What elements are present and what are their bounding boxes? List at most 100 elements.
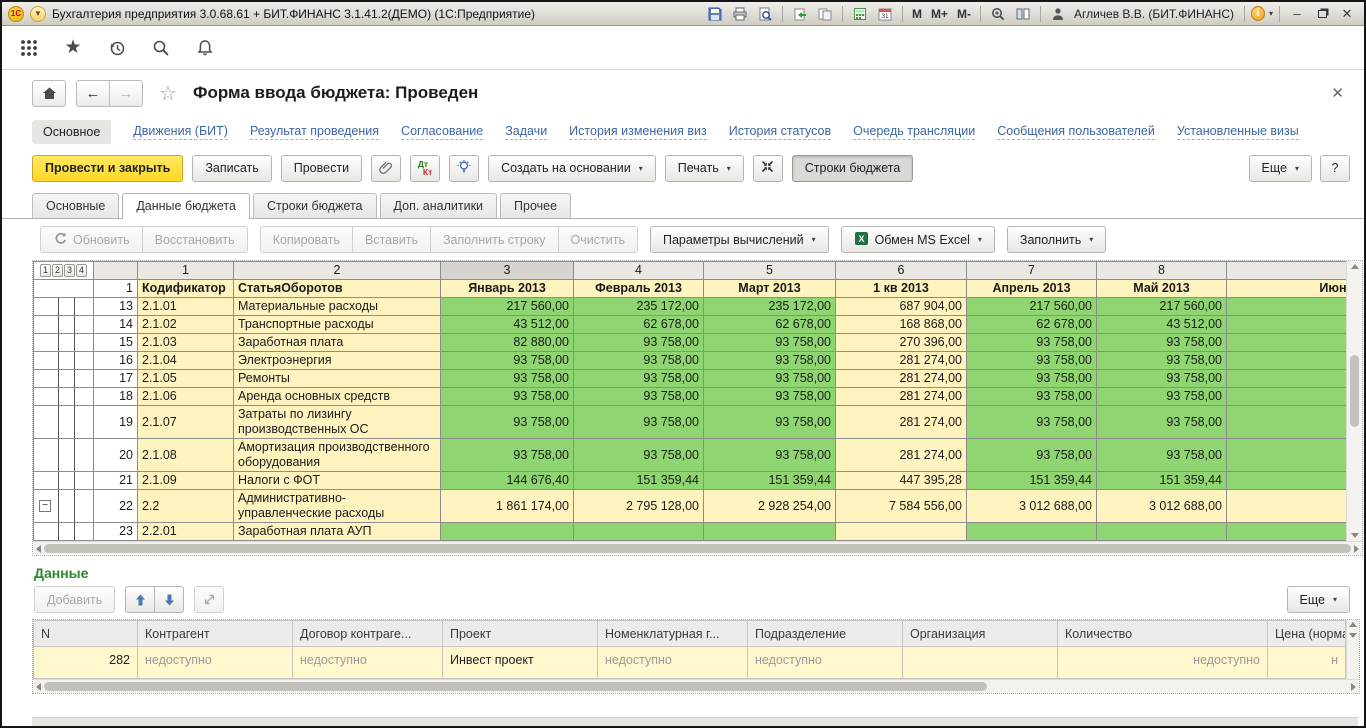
toolbar-button-параметры-вычислений[interactable]: Параметры вычислений▾ <box>650 226 829 253</box>
print-menu-button[interactable]: Печать▾ <box>665 155 744 182</box>
more-button[interactable]: Еще▾ <box>1249 155 1312 182</box>
column-number-9[interactable]: 9 <box>1227 262 1347 280</box>
cell-codifier[interactable]: 2.1.05 <box>138 370 234 388</box>
back-button[interactable]: ← <box>76 80 110 107</box>
save-icon[interactable] <box>704 4 726 24</box>
cell-value[interactable]: 281 274,00 <box>836 439 967 472</box>
minimize-button[interactable]: – <box>1286 6 1308 21</box>
cell-value[interactable]: 281 274,00 <box>836 406 967 439</box>
data-grid-column-header[interactable]: Проект <box>443 621 598 647</box>
cell-codifier[interactable]: 2.1.08 <box>138 439 234 472</box>
data-grid-column-header[interactable]: Номенклатурная г... <box>598 621 748 647</box>
group-level-button-3[interactable]: 3 <box>64 264 75 277</box>
toolbar-button-заполнить-строку[interactable]: Заполнить строку <box>430 226 559 253</box>
cell-value[interactable]: 93 <box>1227 352 1347 370</box>
toolbar-button-заполнить[interactable]: Заполнить▾ <box>1007 226 1106 253</box>
cell-value[interactable]: 447 395,28 <box>836 472 967 490</box>
data-grid-cell[interactable] <box>903 647 1058 679</box>
data-grid-column-header[interactable]: Договор контраге... <box>293 621 443 647</box>
cell-value[interactable]: 151 359,44 <box>1097 472 1227 490</box>
scroll-thumb[interactable] <box>44 682 987 691</box>
cell-value[interactable] <box>574 523 704 541</box>
cell-value[interactable]: 151 359,44 <box>967 472 1097 490</box>
cell-article[interactable]: Ремонты <box>234 370 441 388</box>
cell-value[interactable]: 62 678,00 <box>574 316 704 334</box>
cell-article[interactable]: Амортизация производственного оборудован… <box>234 439 441 472</box>
cell-value[interactable]: 151 359,44 <box>704 472 836 490</box>
cell-value[interactable]: 7 584 556,00 <box>836 490 967 523</box>
add-to-favorites-icon[interactable]: ☆ <box>159 81 177 106</box>
cell-codifier[interactable]: 2.2.01 <box>138 523 234 541</box>
cell-article[interactable]: Заработная плата <box>234 334 441 352</box>
cell-value[interactable]: 93 758,00 <box>1097 334 1227 352</box>
save-button[interactable]: Записать <box>192 155 271 182</box>
sort-button[interactable] <box>194 586 224 613</box>
cell-value[interactable]: 93 758,00 <box>1097 406 1227 439</box>
toolbar-button-очистить[interactable]: Очистить <box>558 226 638 253</box>
cell-value[interactable] <box>1097 523 1227 541</box>
cell-value[interactable]: 43 <box>1227 316 1347 334</box>
cell-article[interactable]: Материальные расходы <box>234 298 441 316</box>
nav-link-6[interactable]: История статусов <box>729 124 831 140</box>
toolbar-button-обновить[interactable]: Обновить <box>40 226 143 253</box>
data-grid-column-header[interactable]: Количество <box>1058 621 1268 647</box>
cell-codifier[interactable]: 2.1.04 <box>138 352 234 370</box>
memory-plus-button[interactable]: M+ <box>928 7 951 21</box>
data-grid-column-header[interactable]: Цена (норма <box>1268 621 1346 647</box>
cell-value[interactable]: 687 904,00 <box>836 298 967 316</box>
cell-value[interactable]: 217 560,00 <box>441 298 574 316</box>
calendar-icon[interactable]: 31 <box>874 4 896 24</box>
group-level-button-2[interactable]: 2 <box>52 264 63 277</box>
cell-value[interactable]: 281 274,00 <box>836 370 967 388</box>
sheet-viewport[interactable]: 12341234567891КодификаторСтатьяОборотовЯ… <box>33 261 1346 541</box>
hint-button[interactable] <box>449 155 479 182</box>
cell-value[interactable]: 2 795 128,00 <box>574 490 704 523</box>
data-grid-cell[interactable]: недоступно <box>748 647 903 679</box>
cell-value[interactable]: 217 560,00 <box>1097 298 1227 316</box>
create-based-on-button[interactable]: Создать на основании▾ <box>488 155 656 182</box>
cell-codifier[interactable]: 2.1.01 <box>138 298 234 316</box>
scroll-thumb[interactable] <box>1350 355 1359 427</box>
close-button[interactable]: ✕ <box>1336 6 1358 22</box>
cell-codifier[interactable]: 2.2 <box>138 490 234 523</box>
data-grid-column-header[interactable]: Контрагент <box>138 621 293 647</box>
nav-link-7[interactable]: Очередь трансляции <box>853 124 975 140</box>
cell-value[interactable]: 93 758,00 <box>967 439 1097 472</box>
main-menu-icon[interactable] <box>18 37 40 59</box>
cell-codifier[interactable]: 2.1.03 <box>138 334 234 352</box>
cell-value[interactable]: 93 758,00 <box>967 334 1097 352</box>
column-number-5[interactable]: 5 <box>704 262 836 280</box>
data-grid-column-header[interactable]: Подразделение <box>748 621 903 647</box>
cell-value[interactable]: 93 758,00 <box>441 370 574 388</box>
cell-article[interactable]: Заработная плата АУП <box>234 523 441 541</box>
cell-value[interactable]: 43 512,00 <box>1097 316 1227 334</box>
toolbar-button-вставить[interactable]: Вставить <box>352 226 431 253</box>
tab-2[interactable]: Строки бюджета <box>253 193 377 218</box>
cell-value[interactable]: 93 758,00 <box>441 352 574 370</box>
sheet-vertical-scrollbar[interactable] <box>1346 261 1362 541</box>
cell-value[interactable]: 93 758,00 <box>441 388 574 406</box>
data-grid-cell[interactable]: н <box>1268 647 1346 679</box>
cell-value[interactable] <box>1227 523 1347 541</box>
data-grid-vertical-scrollbar[interactable] <box>1346 620 1359 679</box>
cell-value[interactable]: 281 274,00 <box>836 352 967 370</box>
cell-article[interactable]: Электроэнергия <box>234 352 441 370</box>
cell-row-number[interactable]: 282 <box>34 647 138 679</box>
toolbar-button-восстановить[interactable]: Восстановить <box>142 226 248 253</box>
post-and-close-button[interactable]: Провести и закрыть <box>32 155 183 182</box>
group-level-button-4[interactable]: 4 <box>76 264 87 277</box>
search-icon[interactable] <box>150 37 172 59</box>
nav-link-2[interactable]: Результат проведения <box>250 124 379 140</box>
zoom-icon[interactable] <box>987 4 1009 24</box>
column-number-6[interactable]: 6 <box>836 262 967 280</box>
home-button[interactable] <box>32 80 66 107</box>
cell-value[interactable]: 93 758,00 <box>1097 388 1227 406</box>
nav-link-4[interactable]: Задачи <box>505 124 547 140</box>
collapse-group-toggle[interactable]: − <box>39 500 51 512</box>
cell-value[interactable]: 3 012 688,00 <box>1097 490 1227 523</box>
tab-4[interactable]: Прочее <box>500 193 571 218</box>
cell-value[interactable]: 144 <box>1227 472 1347 490</box>
data-grid-cell[interactable]: недоступно <box>293 647 443 679</box>
cell-value[interactable]: 144 676,40 <box>441 472 574 490</box>
toolbar-button-копировать[interactable]: Копировать <box>260 226 353 253</box>
